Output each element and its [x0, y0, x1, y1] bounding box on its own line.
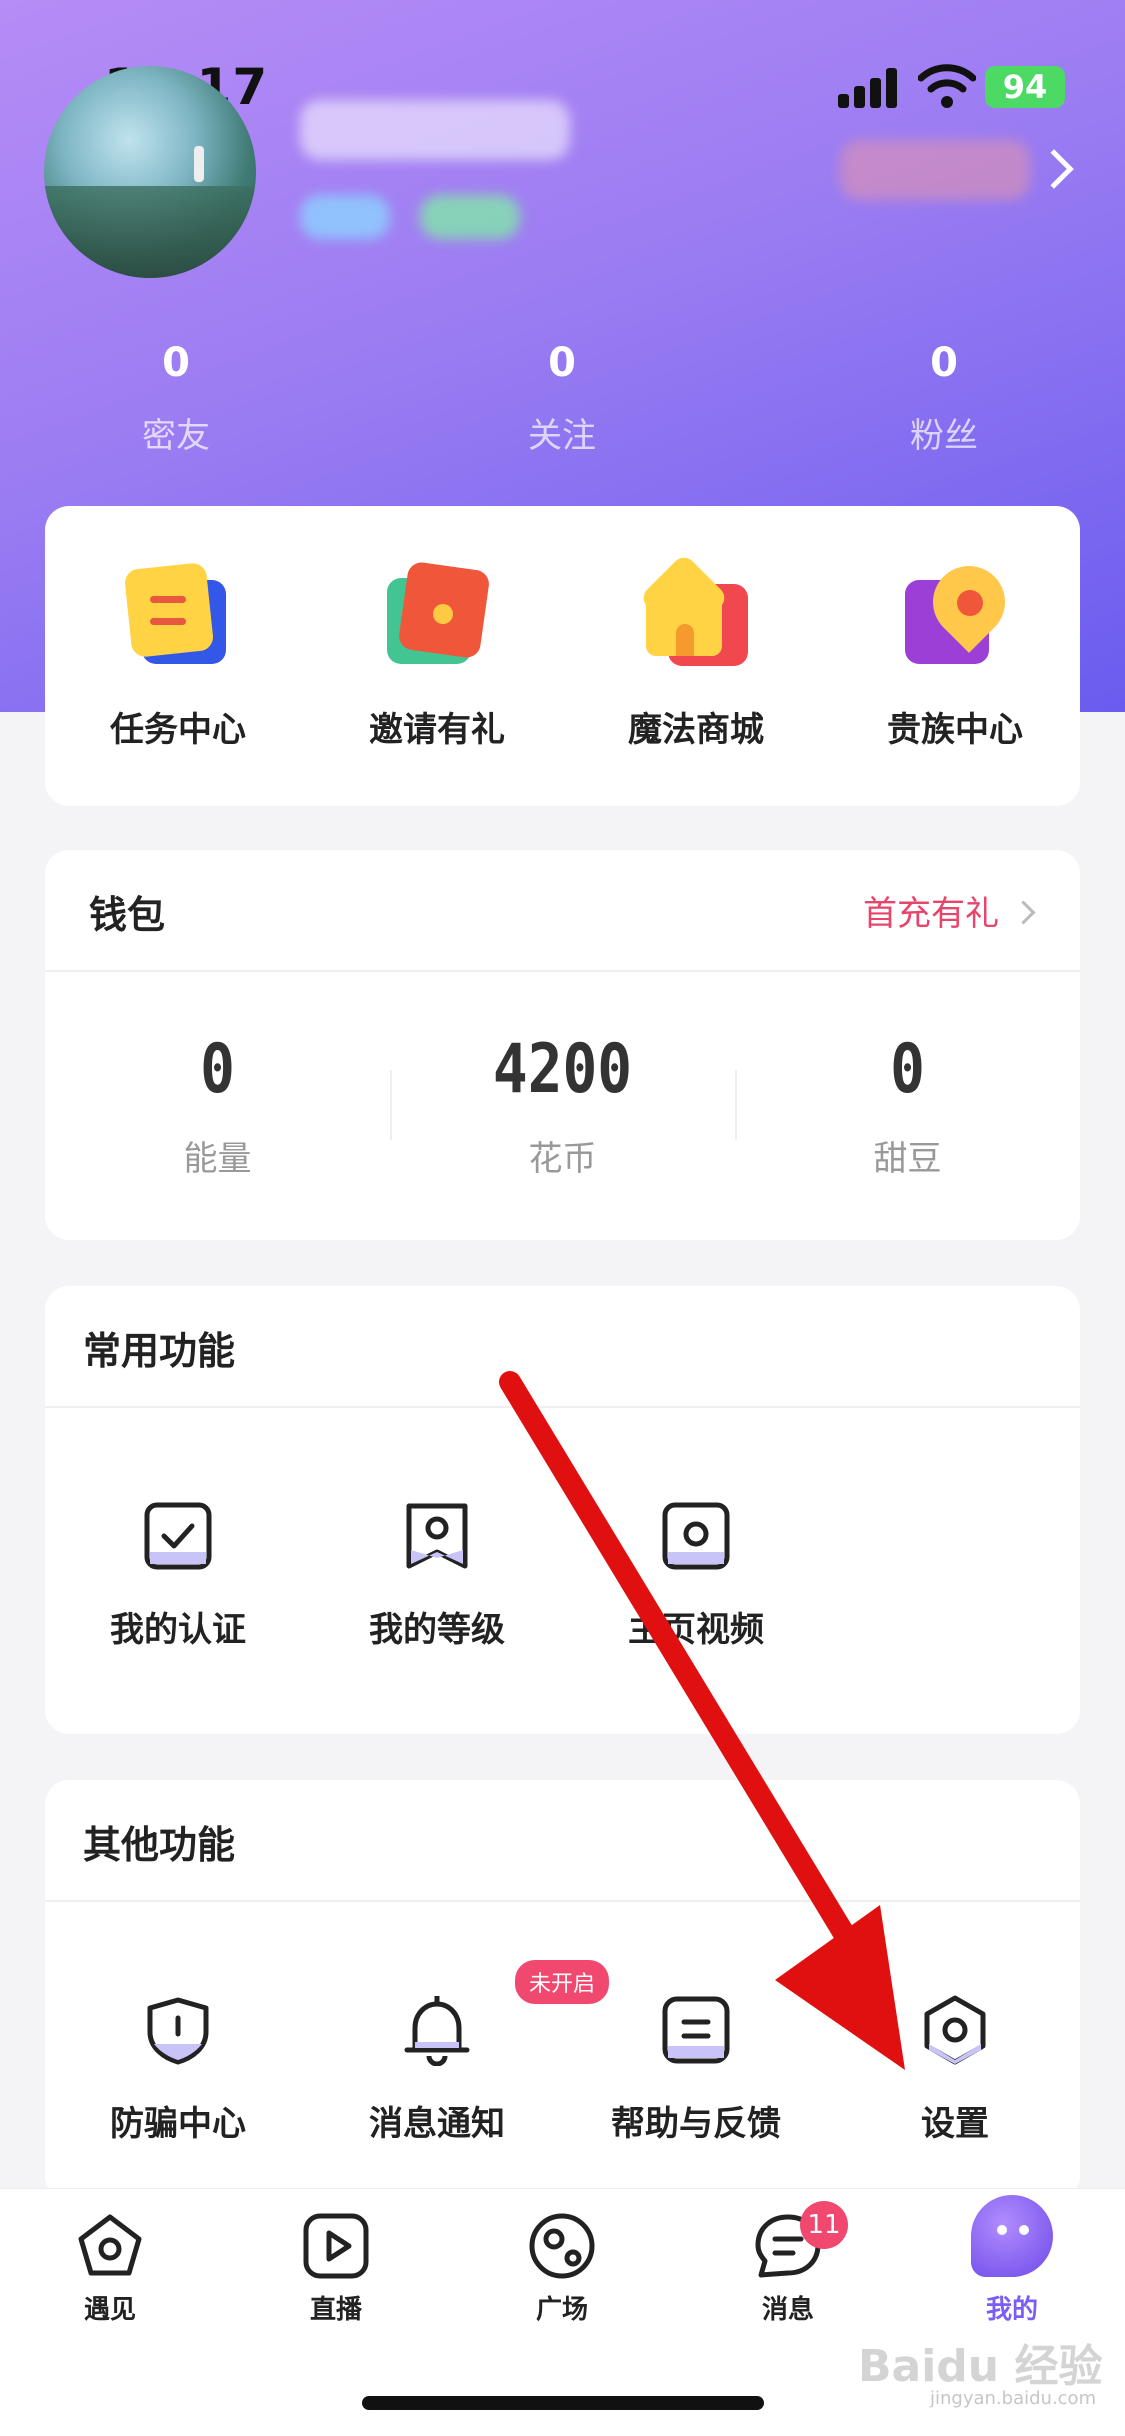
quick-noble-center[interactable]: 贵族中心	[825, 551, 1085, 751]
shop-icon	[638, 552, 748, 666]
common-functions-card: 常用功能 我的认证 我的等级 主页视频	[45, 1286, 1080, 1734]
settings[interactable]: 设置	[825, 1994, 1085, 2145]
unread-count-badge: 11	[800, 2201, 848, 2249]
help-feedback[interactable]: 帮助与反馈	[566, 1994, 826, 2145]
message-notification[interactable]: 消息通知	[307, 1994, 567, 2145]
quick-actions-card: 任务中心 邀请有礼 魔法商城 贵族中心	[45, 506, 1080, 806]
wallet-title: 钱包	[89, 893, 166, 937]
home-indicator	[362, 2396, 764, 2410]
tab-mine[interactable]: 我的	[932, 2195, 1092, 2326]
divider	[45, 1900, 1080, 1902]
bell-icon	[401, 1994, 473, 2067]
wallet-energy[interactable]: 0 能量	[45, 1030, 390, 1180]
video-icon	[660, 1500, 732, 1572]
my-level[interactable]: 我的等级	[307, 1500, 567, 1651]
anti-fraud-center[interactable]: 防骗中心	[48, 1994, 308, 2145]
vip-tag-blurred	[420, 195, 520, 239]
quick-task-center[interactable]: 任务中心	[48, 561, 308, 751]
avatar[interactable]	[44, 66, 256, 278]
quick-magic-shop[interactable]: 魔法商城	[566, 552, 826, 751]
profile-entry-blurred[interactable]	[840, 140, 1030, 200]
live-icon	[301, 2211, 371, 2281]
noble-icon	[905, 551, 1020, 666]
other-functions-title: 其他功能	[83, 1823, 236, 1867]
task-icon	[123, 561, 228, 666]
tab-live[interactable]: 直播	[256, 2211, 416, 2326]
divider	[45, 1406, 1080, 1408]
stat-friends[interactable]: 0 密友	[76, 340, 276, 457]
homepage-video[interactable]: 主页视频	[566, 1500, 826, 1651]
plaza-icon	[527, 2211, 597, 2281]
common-functions-title: 常用功能	[83, 1329, 236, 1373]
stat-fans[interactable]: 0 粉丝	[844, 340, 1044, 457]
shield-icon	[142, 1994, 214, 2066]
divider	[45, 970, 1080, 972]
watermark: Baidu 经验	[858, 2341, 1103, 2392]
verify-icon	[142, 1500, 214, 1572]
wifi-icon	[918, 64, 976, 108]
first-recharge-link[interactable]: 首充有礼	[863, 886, 1032, 935]
tab-messages[interactable]: 11 消息	[708, 2201, 868, 2326]
red-envelope-icon	[387, 560, 491, 666]
cellular-signal-icon	[838, 68, 900, 108]
watermark-url: jingyan.baidu.com	[930, 2388, 1097, 2409]
level-icon	[401, 1500, 473, 1572]
battery-indicator: 94	[985, 66, 1065, 108]
help-icon	[660, 1994, 732, 2066]
my-verification[interactable]: 我的认证	[48, 1500, 308, 1651]
other-functions-card: 其他功能 防骗中心 未开启 消息通知 帮助与反馈 设置	[45, 1780, 1080, 2200]
tab-meet[interactable]: 遇见	[30, 2211, 190, 2326]
wallet-card: 钱包 首充有礼 0 能量 4200 花币 0 甜豆	[45, 850, 1080, 1240]
mine-icon	[971, 2195, 1053, 2281]
settings-icon	[919, 1994, 991, 2066]
level-tag-blurred	[300, 195, 390, 239]
wallet-sweet-beans[interactable]: 0 甜豆	[735, 1030, 1080, 1180]
wallet-flower-coins[interactable]: 4200 花币	[390, 1030, 735, 1180]
tab-plaza[interactable]: 广场	[482, 2211, 642, 2326]
stat-following[interactable]: 0 关注	[462, 340, 662, 457]
meet-icon	[75, 2211, 145, 2281]
quick-invite-gift[interactable]: 邀请有礼	[307, 560, 567, 751]
username-blurred	[300, 100, 570, 160]
